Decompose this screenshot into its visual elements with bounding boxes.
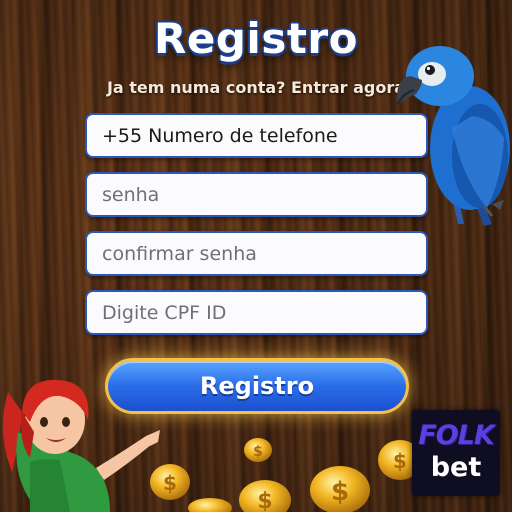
phone-field[interactable] [85,113,428,158]
cpf-input[interactable] [100,300,426,325]
svg-text:$: $ [163,471,177,495]
password-field[interactable] [85,172,428,217]
confirm-password-input[interactable] [100,241,426,266]
brand-logo: FOLK bet [412,410,500,496]
logo-text-top: FOLK [418,420,495,451]
svg-text:$: $ [331,477,349,507]
confirm-password-field[interactable] [85,231,428,276]
logo-text-bottom: bet [430,452,482,483]
gold-coins-illustration: $ $ $ $ $ [150,438,422,512]
cpf-field[interactable] [85,290,428,335]
parrot-illustration [397,46,510,226]
phone-input[interactable] [100,123,426,148]
password-input[interactable] [100,182,426,207]
svg-text:$: $ [257,489,272,512]
svg-text:$: $ [393,449,407,473]
svg-text:$: $ [253,444,263,460]
